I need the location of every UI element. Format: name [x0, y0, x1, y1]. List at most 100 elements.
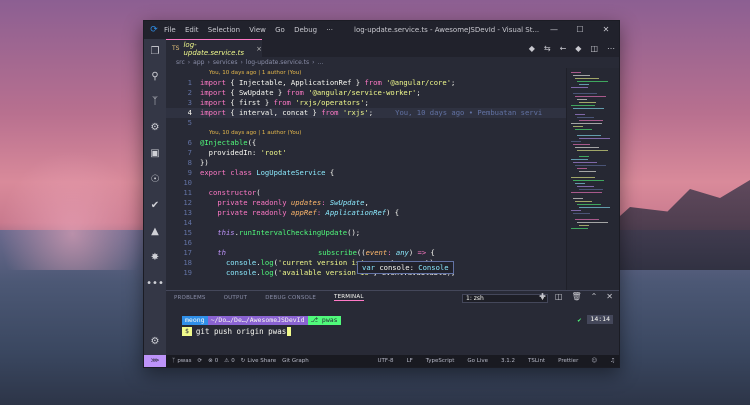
warning-icon: ⚠	[224, 358, 230, 364]
more-icon[interactable]: •••	[146, 275, 164, 291]
breadcrumb-app[interactable]: app	[193, 59, 204, 66]
hover-tooltip: var console: Console	[357, 261, 454, 274]
remote-indicator-icon[interactable]: ⋙	[144, 355, 166, 367]
trash-icon[interactable]: 🗑	[571, 292, 581, 301]
breadcrumb-services[interactable]: services	[213, 59, 238, 66]
inline-blame: You, 10 days ago • Pembuatan servi	[395, 108, 543, 117]
code-line-4: 4 import { interval, concat } from 'rxjs'…	[187, 108, 543, 117]
close-panel-icon[interactable]: ✕	[606, 292, 613, 301]
status-warnings[interactable]: 0	[231, 358, 235, 364]
menu-go[interactable]: Go	[275, 26, 285, 34]
activity-bar: ❐ ⚲ ᛉ ⚙ ▣ ☉ ✔ ▲ ✸ ••• ⚙	[144, 39, 166, 355]
tab-problems[interactable]: PROBLEMS	[174, 295, 206, 301]
minimap-line	[573, 213, 590, 214]
status-tslint[interactable]: TSLint	[528, 355, 545, 367]
code-line-7: 7 providedIn: 'root'	[187, 148, 287, 157]
menu-file[interactable]: File	[164, 26, 176, 34]
minimap-line	[573, 180, 604, 181]
status-eol[interactable]: LF	[407, 355, 413, 367]
check-icon: ✔	[577, 315, 582, 324]
minimap-line	[575, 147, 599, 148]
git-compare-icon[interactable]: ◆	[529, 44, 535, 53]
new-terminal-icon[interactable]: ✚	[539, 292, 546, 301]
tab-close-icon[interactable]: ×	[256, 45, 262, 53]
prompt-branch: ⎇ pwas	[307, 315, 341, 325]
code-line-17: 17 th subscribe((event: any) => {	[183, 248, 435, 257]
menu-view[interactable]: View	[249, 26, 266, 34]
minimap-line	[575, 129, 592, 130]
status-version[interactable]: 3.1.2	[501, 355, 515, 367]
code-line-12: 12 private readonly updates: SwUpdate,	[183, 198, 369, 207]
open-changes-icon[interactable]: ⇆	[544, 44, 551, 53]
status-git-graph[interactable]: Git Graph	[282, 358, 309, 364]
menu-debug[interactable]: Debug	[294, 26, 317, 34]
minimap-line	[577, 81, 608, 82]
settings-sync-icon[interactable]: ✸	[147, 249, 163, 265]
remote-icon[interactable]: ▲	[147, 223, 163, 239]
codelens-blame[interactable]: You, 10 days ago | 1 author (You)	[209, 68, 301, 78]
status-go-live[interactable]: Go Live	[467, 355, 488, 367]
breadcrumb-file[interactable]: log-update.service.ts	[246, 59, 309, 66]
editor-actions: ◆ ⇆ ← ◆ ◫ ⋯	[529, 39, 615, 57]
next-revision-icon[interactable]: ◆	[575, 44, 581, 53]
files-icon[interactable]: ❐	[147, 43, 163, 59]
source-control-icon[interactable]: ᛉ	[147, 93, 163, 109]
tab-output[interactable]: OUTPUT	[224, 295, 248, 301]
tab-terminal[interactable]: TERMINAL	[334, 294, 364, 301]
menu-more[interactable]: ···	[326, 26, 333, 34]
window-title: log-update.service.ts - AwesomeJSDevId -…	[354, 26, 540, 34]
terminal-select[interactable]: 1: zsh ▾	[462, 294, 548, 303]
status-encoding[interactable]: UTF-8	[378, 355, 394, 367]
maximize-button[interactable]: ☐	[567, 21, 593, 39]
tab-label: log-update.service.ts	[183, 40, 245, 57]
code-line-5: 5	[187, 118, 192, 127]
search-icon[interactable]: ⚲	[147, 68, 163, 84]
status-errors[interactable]: 0	[215, 358, 219, 364]
menu-edit[interactable]: Edit	[185, 26, 199, 34]
minimap-line	[577, 150, 608, 151]
minimap-line	[571, 210, 581, 211]
minimap-line	[579, 120, 603, 121]
menu-selection[interactable]: Selection	[208, 26, 240, 34]
chevron-up-icon[interactable]: ⌃	[591, 292, 598, 301]
prompt-path: ~/Do…/De…/AwesomeJSDevId	[207, 315, 308, 325]
desktop-rocks	[600, 180, 750, 270]
test-icon[interactable]: ✔	[147, 197, 163, 213]
sync-icon[interactable]: ⟳	[198, 358, 203, 364]
tab-log-update-service[interactable]: TS log-update.service.ts ×	[166, 39, 262, 57]
split-terminal-icon[interactable]: ◫	[555, 292, 563, 301]
minimap-line	[575, 78, 599, 79]
minimap-line	[577, 135, 601, 136]
more-actions-icon[interactable]: ⋯	[607, 44, 615, 53]
terminal-output[interactable]: meong ~/Do…/De…/AwesomeJSDevId ⎇ pwas $ gi…	[182, 315, 341, 336]
extensions-icon[interactable]: ▣	[147, 145, 163, 161]
breadcrumb-more[interactable]: ...	[318, 59, 324, 66]
minimap[interactable]	[566, 68, 619, 290]
status-prettier[interactable]: Prettier	[558, 355, 578, 367]
minimap-line	[571, 228, 588, 229]
minimap-line	[579, 189, 603, 190]
split-editor-icon[interactable]: ◫	[590, 44, 598, 53]
minimize-button[interactable]: —	[541, 21, 567, 39]
git-lens-icon[interactable]: ☉	[147, 171, 163, 187]
previous-revision-icon[interactable]: ←	[560, 44, 567, 53]
breadcrumb-src[interactable]: src	[176, 59, 185, 66]
terminal-command: git push origin pwas	[195, 326, 287, 336]
bell-icon[interactable]: ♫	[610, 355, 615, 367]
prompt-symbol: $	[182, 326, 192, 336]
chevron-right-icon: ›	[312, 59, 315, 66]
minimap-line	[573, 144, 590, 145]
gear-icon[interactable]: ⚙	[147, 333, 163, 349]
codelens-blame[interactable]: You, 10 days ago | 1 author (You)	[209, 128, 301, 138]
close-button[interactable]: ✕	[593, 21, 619, 39]
minimap-line	[571, 192, 602, 193]
status-live-share[interactable]: Live Share	[247, 358, 276, 364]
tab-debug-console[interactable]: DEBUG CONSOLE	[265, 295, 316, 301]
debug-icon[interactable]: ⚙	[147, 119, 163, 135]
status-language[interactable]: TypeScript	[426, 355, 455, 367]
status-branch[interactable]: pwas	[177, 358, 191, 364]
live-share-icon: ↻	[240, 358, 246, 364]
code-editor[interactable]: You, 10 days ago | 1 author (You) 1 impor…	[166, 68, 566, 290]
feedback-icon[interactable]: ☺	[591, 355, 597, 367]
chevron-right-icon: ›	[207, 59, 210, 66]
